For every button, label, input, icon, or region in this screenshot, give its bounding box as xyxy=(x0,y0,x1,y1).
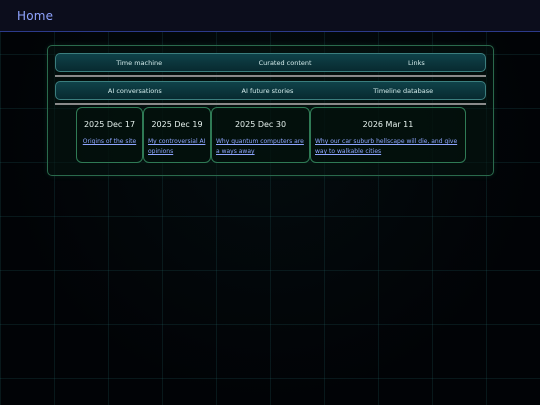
nav-link-timeline-database[interactable]: Timeline database xyxy=(373,87,433,95)
nav-link-ai-future-stories[interactable]: AI future stories xyxy=(242,87,294,95)
post-cards: 2025 Dec 17 Origins of the site 2025 Dec… xyxy=(76,107,466,163)
top-header: Home xyxy=(0,0,540,32)
post-link[interactable]: My controversial AI opinions xyxy=(148,137,206,157)
post-link[interactable]: Origins of the site xyxy=(81,137,138,147)
divider xyxy=(55,103,486,105)
home-link[interactable]: Home xyxy=(17,9,53,23)
nav-link-ai-conversations[interactable]: AI conversations xyxy=(108,87,162,95)
post-date: 2025 Dec 30 xyxy=(234,120,287,129)
post-date: 2025 Dec 17 xyxy=(83,120,136,129)
nav-bar-secondary: AI conversations AI future stories Timel… xyxy=(55,81,486,100)
nav-link-links[interactable]: Links xyxy=(408,59,425,67)
divider xyxy=(55,75,486,77)
post-link[interactable]: Why our car suburb hellscape will die, a… xyxy=(315,137,461,157)
post-card: 2026 Mar 11 Why our car suburb hellscape… xyxy=(310,107,466,163)
post-card: 2025 Dec 30 Why quantum computers are a … xyxy=(211,107,310,163)
post-card: 2025 Dec 19 My controversial AI opinions xyxy=(143,107,211,163)
nav-bar-primary: Time machine Curated content Links xyxy=(55,53,486,72)
post-date: 2025 Dec 19 xyxy=(151,120,203,129)
post-date: 2026 Mar 11 xyxy=(362,120,414,129)
nav-link-curated-content[interactable]: Curated content xyxy=(259,59,312,67)
nav-link-time-machine[interactable]: Time machine xyxy=(116,59,162,67)
post-card: 2025 Dec 17 Origins of the site xyxy=(76,107,143,163)
navigation-panel: Time machine Curated content Links AI co… xyxy=(47,45,494,176)
post-link[interactable]: Why quantum computers are a ways away xyxy=(216,137,305,157)
